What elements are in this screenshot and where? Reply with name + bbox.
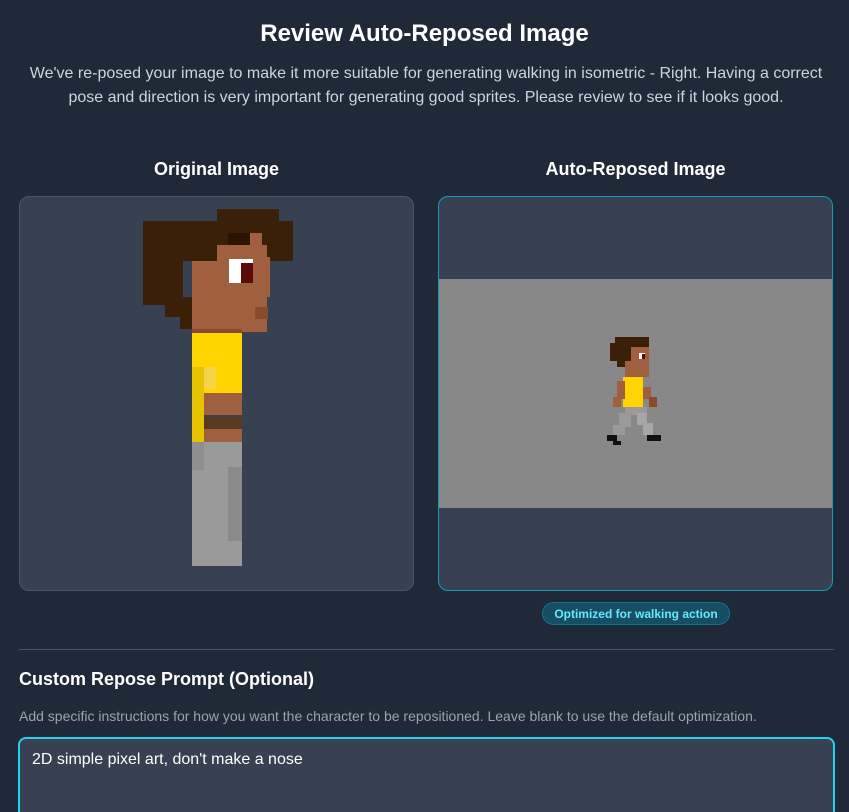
section-divider (19, 649, 834, 650)
reposed-character-image (439, 279, 832, 508)
original-image-panel (19, 196, 414, 591)
custom-prompt-hint: Add specific instructions for how you wa… (19, 708, 757, 724)
reposed-image-panel (438, 196, 833, 591)
page-title: Review Auto-Reposed Image (260, 20, 589, 47)
original-image-title: Original Image (153, 159, 280, 179)
original-character-image (143, 209, 293, 566)
optimized-badge: Optimized for walking action (542, 602, 730, 625)
custom-prompt-title: Custom Repose Prompt (Optional) (19, 669, 315, 689)
page-subtitle: We've re-posed your image to make it mor… (29, 65, 823, 106)
custom-prompt-input[interactable]: 2D simple pixel art, don't make a nose (18, 737, 835, 812)
reposed-image-title: Auto-Reposed Image (545, 159, 726, 179)
